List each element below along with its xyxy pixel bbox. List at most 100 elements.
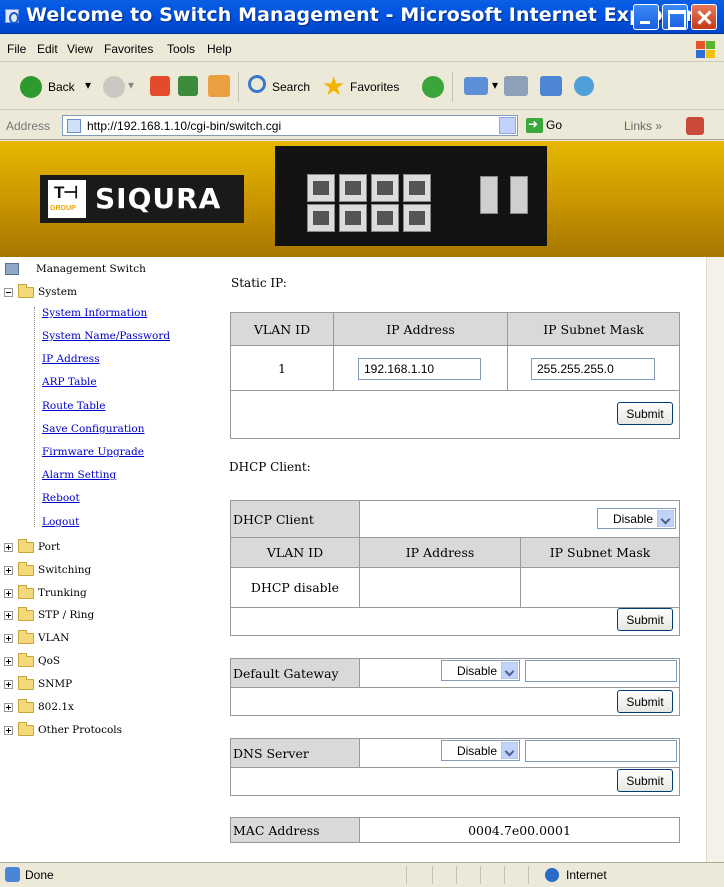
- nav-arp-table[interactable]: ARP Table: [42, 376, 97, 388]
- nav-system-information[interactable]: System Information: [42, 307, 147, 319]
- nav-folder-switching[interactable]: Switching: [0, 560, 218, 580]
- status-divider: [432, 866, 433, 884]
- expand-icon[interactable]: [4, 634, 13, 643]
- forward-button[interactable]: [103, 76, 125, 98]
- edit-icon[interactable]: [540, 76, 562, 96]
- refresh-button[interactable]: [178, 76, 198, 96]
- dhcp-client-select[interactable]: Disable: [597, 508, 676, 529]
- dns-value: Disable: [456, 744, 497, 758]
- nav-folder-port[interactable]: Port: [0, 537, 218, 557]
- menu-help[interactable]: Help: [207, 42, 232, 56]
- menu-edit[interactable]: Edit: [37, 42, 58, 56]
- table-divider: [359, 739, 360, 767]
- mac-value: 0004.7e00.0001: [468, 822, 571, 838]
- close-button[interactable]: [691, 4, 717, 30]
- expand-icon[interactable]: [4, 589, 13, 598]
- menu-bar: File Edit View Favorites Tools Help: [0, 35, 724, 62]
- nav-folder-8021x[interactable]: 802.1x: [0, 697, 218, 717]
- expand-icon[interactable]: [4, 543, 13, 552]
- address-dropdown-icon[interactable]: [499, 117, 516, 134]
- rj45-port-icon: [339, 174, 367, 202]
- nav-folder-stp-ring[interactable]: STP / Ring: [0, 605, 218, 625]
- history-icon[interactable]: [422, 76, 444, 98]
- expand-icon[interactable]: [4, 680, 13, 689]
- home-button[interactable]: [208, 75, 230, 97]
- stop-button[interactable]: [150, 76, 170, 96]
- nav-system-name-password[interactable]: System Name/Password: [42, 330, 170, 342]
- menu-tools[interactable]: Tools: [167, 42, 195, 56]
- status-divider: [528, 866, 529, 884]
- dns-submit-button[interactable]: Submit: [617, 769, 673, 792]
- messenger-icon[interactable]: [574, 76, 594, 96]
- nav-folder-snmp[interactable]: SNMP: [0, 674, 218, 694]
- status-zone: Internet: [566, 868, 607, 882]
- static-ip-mask-input[interactable]: 255.255.255.0: [531, 358, 655, 380]
- expand-icon[interactable]: [4, 726, 13, 735]
- gateway-input[interactable]: [525, 660, 677, 682]
- minimize-button[interactable]: [633, 4, 659, 30]
- toolbar-separator: [452, 72, 453, 102]
- back-dropdown-icon[interactable]: ▾: [85, 78, 91, 92]
- nav-folder-system[interactable]: System: [0, 282, 218, 302]
- gateway-select[interactable]: Disable: [441, 660, 520, 681]
- rj45-port-icon: [403, 204, 431, 232]
- switch-device-image: [275, 146, 547, 246]
- collapse-icon[interactable]: [4, 288, 13, 297]
- expand-icon[interactable]: [4, 611, 13, 620]
- rj45-port-icon: [371, 174, 399, 202]
- back-arrow-icon: [20, 76, 42, 98]
- static-ip-header-vlan: VLAN ID: [231, 313, 333, 345]
- chevron-down-icon: [501, 742, 518, 759]
- nav-ip-address[interactable]: IP Address: [42, 353, 100, 365]
- print-icon[interactable]: [504, 76, 528, 96]
- nav-folder-label: System: [38, 286, 77, 298]
- nav-folder-qos[interactable]: QoS: [0, 651, 218, 671]
- go-button[interactable]: Go: [526, 117, 563, 134]
- dns-select[interactable]: Disable: [441, 740, 520, 761]
- nav-root[interactable]: Management Switch: [0, 259, 218, 279]
- mail-icon[interactable]: [464, 77, 488, 95]
- expand-icon[interactable]: [4, 657, 13, 666]
- table-divider: [359, 659, 360, 687]
- nav-folder-trunking[interactable]: Trunking: [0, 583, 218, 603]
- nav-folder-label: QoS: [38, 655, 61, 667]
- dhcp-client-value: Disable: [612, 512, 653, 526]
- nav-folder-vlan[interactable]: VLAN: [0, 628, 218, 648]
- static-ip-address-input[interactable]: 192.168.1.10: [358, 358, 481, 380]
- vertical-scrollbar[interactable]: [706, 257, 724, 862]
- nav-save-configuration[interactable]: Save Configuration: [42, 423, 144, 435]
- rj45-port-icon: [403, 174, 431, 202]
- menu-file[interactable]: File: [7, 42, 26, 56]
- dns-input[interactable]: [525, 740, 677, 762]
- page-done-icon: [5, 867, 20, 882]
- mail-dropdown-icon[interactable]: ▾: [492, 78, 498, 92]
- gateway-submit-button[interactable]: Submit: [617, 690, 673, 713]
- nav-route-table[interactable]: Route Table: [42, 400, 106, 412]
- favorites-label: Favorites: [350, 80, 400, 94]
- links-button[interactable]: Links »: [624, 119, 662, 133]
- forward-dropdown-icon[interactable]: ▾: [128, 78, 134, 92]
- nav-folder-other-protocols[interactable]: Other Protocols: [0, 720, 218, 740]
- mac-label: MAC Address: [231, 818, 359, 842]
- nav-alarm-setting[interactable]: Alarm Setting: [42, 469, 116, 481]
- expand-icon[interactable]: [4, 566, 13, 575]
- nav-logout[interactable]: Logout: [42, 516, 79, 528]
- expand-icon[interactable]: [4, 703, 13, 712]
- static-ip-submit-button[interactable]: Submit: [617, 402, 673, 425]
- favorites-star-icon: ★: [322, 71, 346, 101]
- menu-view[interactable]: View: [67, 42, 93, 56]
- nav-reboot[interactable]: Reboot: [42, 492, 80, 504]
- table-divider: [231, 607, 679, 608]
- static-ip-header-mask: IP Subnet Mask: [508, 313, 679, 345]
- folder-icon: [18, 585, 34, 599]
- dhcp-submit-button[interactable]: Submit: [617, 608, 673, 631]
- extension-icon[interactable]: [686, 117, 704, 135]
- address-input[interactable]: http://192.168.1.10/cgi-bin/switch.cgi: [62, 115, 518, 136]
- nav-firmware-upgrade[interactable]: Firmware Upgrade: [42, 446, 144, 458]
- maximize-button[interactable]: [662, 4, 688, 30]
- go-label: Go: [546, 118, 563, 132]
- menu-favorites[interactable]: Favorites: [104, 42, 153, 56]
- folder-icon: [18, 699, 34, 713]
- sfp-port-icon: [510, 176, 528, 214]
- folder-icon: [18, 653, 34, 667]
